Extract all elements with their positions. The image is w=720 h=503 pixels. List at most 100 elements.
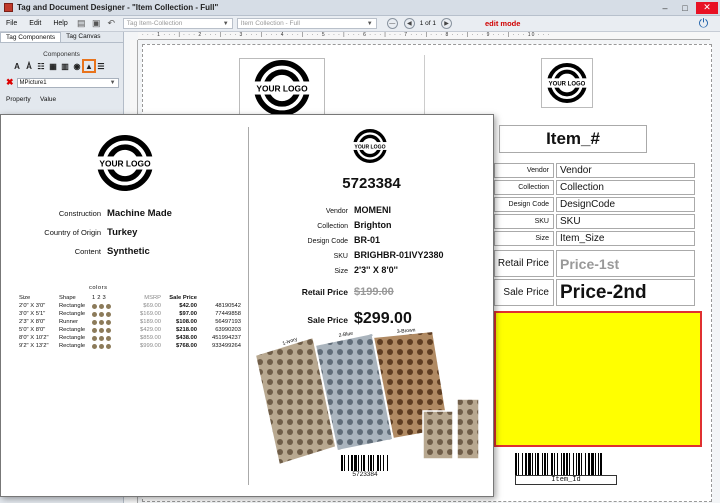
object-select[interactable]: MPicture1 ▼: [16, 77, 119, 88]
attr-country: Country of Origin Turkey: [1, 227, 201, 238]
cell-sale: $438.00: [176, 335, 197, 341]
item-number-field[interactable]: Item_#: [499, 125, 647, 153]
logo-image: YOUR LOGO: [353, 129, 387, 163]
col-msrp: MSRP: [144, 295, 161, 301]
list-icon[interactable]: ☰: [96, 61, 106, 71]
print-preview-window[interactable]: YOUR LOGO Construction Machine Made Coun…: [0, 114, 494, 497]
document-select[interactable]: Item Collection - Full ▼: [236, 18, 377, 29]
color-swatch-icon: [92, 327, 97, 333]
cell-shape: Rectangle: [59, 327, 86, 333]
barcode-bars: [341, 455, 389, 471]
attr-value: BR-01: [354, 235, 381, 245]
sale-price-value-box[interactable]: Price-2nd: [556, 279, 695, 306]
prev-page-button[interactable]: —: [386, 18, 398, 29]
cell-color-swatches: [92, 310, 125, 318]
preview-left-tag: YOUR LOGO Construction Machine Made Coun…: [1, 115, 248, 498]
image-icon[interactable]: ▲: [82, 59, 96, 73]
chevron-down-icon: ▼: [109, 79, 116, 86]
color-swatch-icon: [106, 327, 111, 333]
sku-value-box[interactable]: SKU: [556, 214, 695, 229]
attr-value: MOMENI: [354, 205, 391, 215]
logo-placeholder-right[interactable]: YOUR LOGO: [541, 58, 593, 108]
attr-key: Size: [334, 268, 348, 275]
cell-size: 8'0" X 10'2": [19, 335, 49, 341]
color-swatch-icon: [92, 335, 97, 341]
picture-icon[interactable]: ◉: [72, 61, 82, 71]
logo-image: YOUR LOGO: [547, 63, 587, 103]
collection-label-box[interactable]: Collection: [494, 180, 554, 195]
tab-tag-components[interactable]: Tag Components: [0, 32, 62, 42]
vendor-value-box[interactable]: Vendor: [556, 163, 695, 178]
vendor-label-box[interactable]: Vendor: [494, 163, 554, 178]
item-number: 5723384: [342, 175, 401, 192]
attr-value: Synthetic: [107, 246, 150, 257]
color-swatch-icon: [99, 311, 104, 317]
text-icon[interactable]: A: [12, 61, 22, 71]
menu-edit[interactable]: Edit: [23, 20, 47, 27]
cell-msrp: $189.00: [140, 319, 161, 325]
size-table: Size Shape 1 2 3 MSRP Sale Price 2'0" X …: [19, 287, 241, 350]
cell-size: 2'3" X 8'0": [19, 319, 46, 325]
cell-msrp: $859.00: [140, 335, 161, 341]
retail-price-label-box[interactable]: Retail Price: [494, 250, 554, 277]
cell-color-swatches: [92, 302, 125, 310]
size-label-box[interactable]: Size: [494, 231, 554, 246]
columns-icon[interactable]: ▥: [60, 61, 70, 71]
menu-file[interactable]: File: [0, 20, 23, 27]
col-sale: Sale Price: [169, 295, 197, 301]
font-icon[interactable]: Å: [24, 61, 34, 71]
collection-value-box[interactable]: Collection: [556, 180, 695, 195]
color-swatch-icon: [99, 335, 104, 341]
preview-right-tag: YOUR LOGO 5723384 Vendor MOMENI Collecti…: [249, 115, 494, 498]
selected-picture-placeholder[interactable]: [494, 311, 702, 447]
table-row: 5'0" X 8'0" Rectangle $429.00 $218.00 639902…: [19, 326, 241, 334]
new-document-icon[interactable]: ▤: [76, 18, 87, 29]
undo-icon[interactable]: ↶: [106, 18, 117, 29]
panel-tabs: Tag Components Tag Canvas: [0, 32, 123, 43]
next-arrow-button[interactable]: ▶: [441, 18, 453, 29]
attr-size: Size 2'3'' X 8'0'': [249, 265, 398, 275]
component-toolbar: A Å ☷ ▦ ▥ ◉ ▲ ☰: [12, 59, 123, 73]
attr-design-code: Design Code BR-01: [249, 235, 380, 245]
logo-placeholder[interactable]: YOUR LOGO: [239, 58, 325, 118]
retail-price-value: $199.00: [354, 286, 394, 298]
cell-msrp: $169.00: [140, 311, 161, 317]
tab-tag-canvas[interactable]: Tag Canvas: [61, 32, 105, 42]
cell-color-swatches: [92, 326, 125, 334]
retail-price-value-box[interactable]: Price-1st: [556, 250, 695, 277]
logo-image: YOUR LOGO: [254, 60, 310, 116]
delete-icon[interactable]: ✖: [6, 77, 14, 88]
col-sku: [197, 294, 241, 302]
table-header: Size Shape 1 2 3 MSRP Sale Price: [19, 294, 241, 302]
attr-value: Turkey: [107, 227, 138, 238]
save-icon[interactable]: ▣: [91, 18, 102, 29]
power-icon[interactable]: ⏻: [697, 16, 710, 30]
logo-text: YOUR LOGO: [354, 144, 385, 150]
menu-help[interactable]: Help: [47, 20, 73, 27]
template-select[interactable]: Tag Item-Collection ▼: [122, 18, 233, 29]
shape-icon[interactable]: ▦: [48, 61, 58, 71]
barcode-icon[interactable]: ☷: [36, 61, 46, 71]
close-icon[interactable]: ✕: [696, 1, 718, 14]
design-code-value-box[interactable]: DesignCode: [556, 197, 695, 212]
template-select-value: Tag Item-Collection: [126, 20, 183, 27]
cell-shape: Rectangle: [59, 335, 86, 341]
col-shape: Shape: [59, 295, 76, 301]
chevron-down-icon: ▼: [222, 20, 229, 27]
color-swatch-icon: [106, 311, 111, 317]
menu-toolbar: File Edit Help ▤ ▣ ↶ Tag Item-Collection…: [0, 16, 720, 32]
sale-price-label-box[interactable]: Sale Price: [494, 279, 554, 306]
design-code-label-box[interactable]: Design Code: [494, 197, 554, 212]
attr-key: Vendor: [325, 208, 348, 215]
barcode-field[interactable]: Item_Id: [515, 453, 617, 485]
prev-arrow-button[interactable]: ◀: [403, 18, 415, 29]
attr-content: Content Synthetic: [1, 246, 201, 257]
maximize-icon[interactable]: □: [676, 2, 694, 14]
color-swatch-icon: [106, 303, 111, 309]
minimize-icon[interactable]: –: [656, 2, 674, 14]
sku-label-box[interactable]: SKU: [494, 214, 554, 229]
size-value-box[interactable]: Item_Size: [556, 231, 695, 246]
attr-key: Collection: [317, 223, 348, 230]
cell-msrp: $429.00: [140, 327, 161, 333]
color-swatch-icon: [92, 303, 97, 309]
